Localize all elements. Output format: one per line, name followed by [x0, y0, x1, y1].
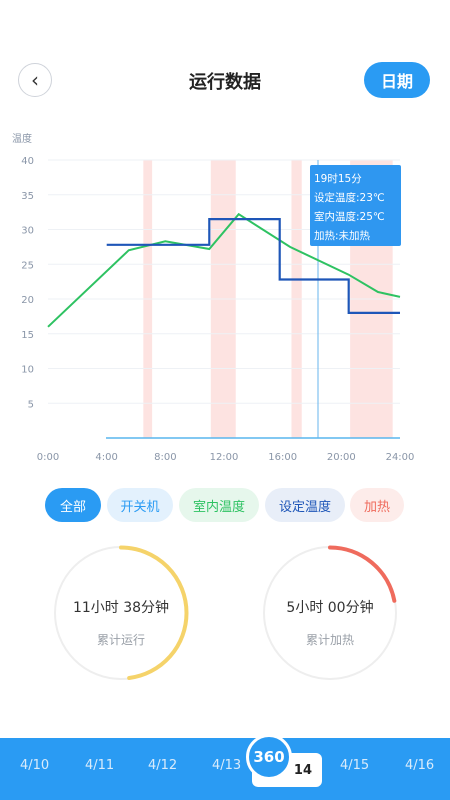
y-tick-label: 15	[21, 330, 34, 341]
x-tick-label: 20:00	[327, 452, 356, 463]
date-item[interactable]: 4/11	[85, 758, 114, 773]
date-item[interactable]: 4/12	[148, 758, 177, 773]
filter-chips: 全部 开关机 室内温度 设定温度 加热	[0, 488, 450, 524]
x-tick-label: 0:00	[37, 452, 59, 463]
heating-value: 5小时 00分钟	[286, 600, 374, 616]
runtime-value: 11小时 38分钟	[72, 600, 170, 616]
y-tick-label: 25	[21, 260, 34, 271]
y-tick-label: 20	[21, 295, 34, 306]
runtime-ring: 11小时 38分钟 累计运行	[53, 545, 189, 681]
chart-tooltip: 19时15分 设定温度:23℃ 室内温度:25℃ 加热:未加热	[310, 165, 401, 246]
heating-ring: 5小时 00分钟 累计加热	[262, 545, 398, 681]
y-tick-label: 30	[21, 226, 34, 237]
date-item[interactable]: 4/13	[212, 758, 241, 773]
tooltip-time: 19时15分	[314, 173, 362, 185]
y-tick-label: 10	[21, 365, 34, 376]
date-button[interactable]: 日期	[364, 62, 430, 98]
date-item[interactable]: 4/16	[405, 758, 434, 773]
y-tick-label: 35	[21, 191, 34, 202]
x-tick-label: 4:00	[95, 452, 117, 463]
filter-power[interactable]: 开关机	[107, 488, 173, 522]
runtime-label: 累计运行	[96, 633, 145, 647]
y-axis-label: 温度	[12, 132, 32, 145]
date-item[interactable]: 4/10	[20, 758, 49, 773]
heating-label: 累计加热	[305, 633, 354, 647]
header: ‹ 运行数据 日期	[0, 50, 450, 110]
filter-set-temp[interactable]: 设定温度	[265, 488, 345, 522]
y-tick-label: 5	[28, 399, 34, 410]
y-tick-label: 40	[21, 156, 34, 167]
logo-badge: 360	[246, 734, 292, 780]
filter-all[interactable]: 全部	[45, 488, 101, 522]
y-tick-labels: 40 35 30 25 20 15 10 5	[21, 156, 34, 410]
date-selector: 4/10 4/11 4/12 4/13 14 4/15 4/16	[0, 738, 450, 800]
date-item[interactable]: 4/15	[340, 758, 369, 773]
x-tick-labels: 0:00 4:00 8:00 12:00 16:00 20:00 24:00	[37, 452, 415, 463]
x-tick-label: 8:00	[154, 452, 176, 463]
tooltip-set-temp: 设定温度:23℃	[314, 192, 385, 204]
tooltip-heating: 加热:未加热	[314, 230, 371, 242]
tooltip-room-temp: 室内温度:25℃	[314, 211, 385, 223]
x-tick-label: 24:00	[386, 452, 415, 463]
filter-room-temp[interactable]: 室内温度	[179, 488, 259, 522]
filter-heating[interactable]: 加热	[350, 488, 404, 522]
x-tick-label: 12:00	[210, 452, 239, 463]
x-tick-label: 16:00	[268, 452, 297, 463]
